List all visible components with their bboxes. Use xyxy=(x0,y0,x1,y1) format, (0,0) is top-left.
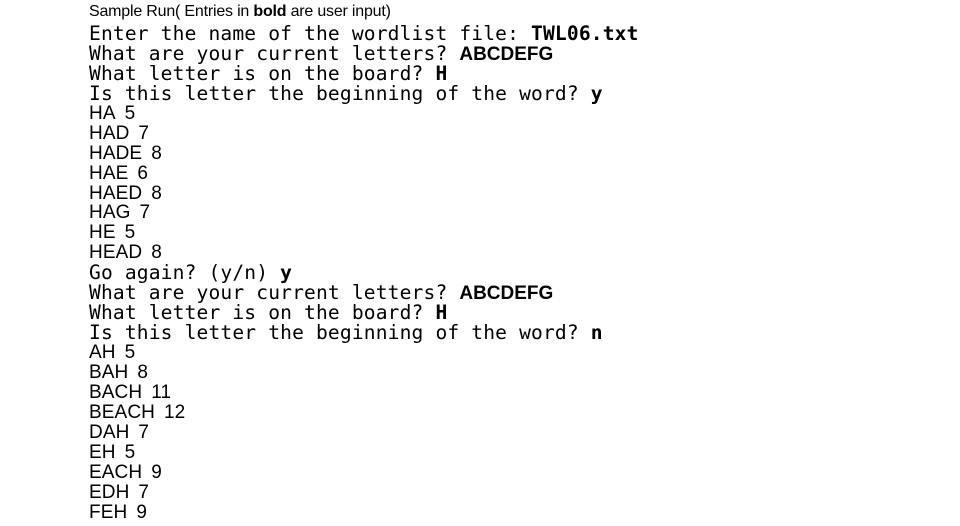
result-line: EDH 7 xyxy=(89,481,639,503)
result-score: 9 xyxy=(136,501,147,523)
result-word: HA xyxy=(89,102,116,124)
prompt-text: Is this letter the beginning of the word… xyxy=(89,321,591,345)
prompt-text: Is this letter the beginning of the word… xyxy=(89,81,591,105)
result-line: EACH 9 xyxy=(89,461,639,483)
result-word: EH xyxy=(89,441,116,463)
user-input-beginning: n xyxy=(590,321,603,345)
result-score: 8 xyxy=(137,361,149,383)
result-line: BEACH 12 xyxy=(89,401,639,423)
result-word: EDH xyxy=(89,481,130,503)
result-word: HAG xyxy=(89,202,131,224)
result-word: EACH xyxy=(89,461,143,483)
result-score: 7 xyxy=(138,122,150,144)
result-word: HE xyxy=(89,222,116,244)
user-input-letters: ABCDEFG xyxy=(459,43,554,65)
letters-prompt-line: What are your current letters? ABCDEFG xyxy=(89,283,639,305)
result-line: HAG 7 xyxy=(89,203,639,223)
result-score: 7 xyxy=(138,481,150,503)
result-word: DAH xyxy=(89,421,130,443)
result-score: 7 xyxy=(138,421,150,443)
heading-bold-word: bold xyxy=(253,3,287,20)
result-score: 11 xyxy=(151,381,172,403)
result-line: HA 5 xyxy=(89,102,639,124)
result-line: FEH 9 xyxy=(89,501,639,523)
user-input-letters: ABCDEFG xyxy=(459,283,554,305)
heading-suffix: are user input) xyxy=(286,3,391,20)
result-score: 8 xyxy=(151,142,162,164)
result-line: HAE 6 xyxy=(89,162,639,184)
result-word: FEH xyxy=(89,501,128,523)
user-input-filename: TWL06.txt xyxy=(531,22,639,45)
result-score: 7 xyxy=(139,202,151,224)
board-letter-prompt-line: What letter is on the board? H xyxy=(89,63,639,84)
result-line: HAD 7 xyxy=(89,122,639,144)
result-word: HAED xyxy=(89,182,143,204)
result-score: 8 xyxy=(151,182,162,204)
result-score: 5 xyxy=(124,222,136,244)
result-word: BEACH xyxy=(89,401,155,423)
result-word: HAD xyxy=(89,122,130,144)
result-score: 5 xyxy=(124,441,136,463)
result-score: 5 xyxy=(124,342,136,363)
sample-run-heading: Sample Run( Entries in bold are user inp… xyxy=(89,1,639,23)
board-letter-prompt-line: What letter is on the board? H xyxy=(89,303,639,323)
result-line: DAH 7 xyxy=(89,421,639,443)
result-word: AH xyxy=(89,342,116,363)
result-word: BAH xyxy=(89,361,129,383)
letters-prompt-line: What are your current letters? ABCDEFG xyxy=(89,43,639,65)
result-word: HEAD xyxy=(89,242,143,264)
result-line: AH 5 xyxy=(89,343,639,363)
result-score: 5 xyxy=(124,102,136,124)
go-again-prompt-line: Go again? (y/n) y xyxy=(89,263,639,283)
heading-prefix: Sample Run( Entries in xyxy=(89,3,254,20)
beginning-prompt-line: Is this letter the beginning of the word… xyxy=(89,81,639,105)
filename-prompt-line: Enter the name of the wordlist file: TWL… xyxy=(89,24,639,44)
result-score: 6 xyxy=(137,162,149,184)
sample-run-document: Sample Run( Entries in bold are user inp… xyxy=(89,1,639,522)
user-input-beginning: y xyxy=(590,81,603,105)
result-line: EH 5 xyxy=(89,441,639,463)
result-line: BAH 8 xyxy=(89,361,639,383)
result-line: HEAD 8 xyxy=(89,243,639,263)
console-output: Enter the name of the wordlist file: TWL… xyxy=(89,24,639,522)
beginning-prompt-line: Is this letter the beginning of the word… xyxy=(89,323,639,343)
result-line: HE 5 xyxy=(89,223,639,243)
result-score: 9 xyxy=(151,461,162,483)
result-line: HAED 8 xyxy=(89,182,639,204)
result-line: BACH 11 xyxy=(89,381,639,403)
result-line: HADE 8 xyxy=(89,142,639,164)
result-word: BACH xyxy=(89,381,143,403)
result-word: HAE xyxy=(89,162,129,184)
result-score: 12 xyxy=(163,401,186,423)
result-score: 8 xyxy=(151,242,162,264)
result-word: HADE xyxy=(89,142,143,164)
